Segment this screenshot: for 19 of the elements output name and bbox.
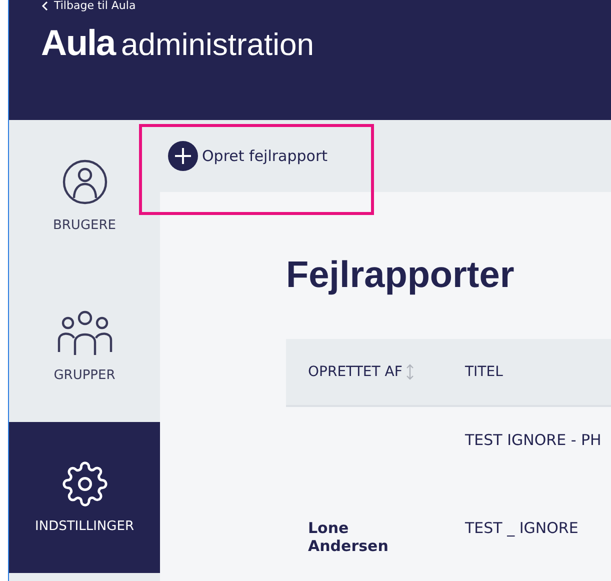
- app-title: administration: [121, 27, 314, 63]
- chevron-left-icon: [41, 0, 48, 10]
- sidebar-item[interactable]: GRUPPER: [9, 271, 160, 422]
- plus-icon: [168, 141, 198, 171]
- sort-icon[interactable]: [406, 364, 414, 380]
- table-cell: TEST _ IGNORE: [465, 519, 578, 537]
- table-cell: TEST IGNORE - PH: [465, 431, 602, 449]
- sidebar-item[interactable]: INDSTILLINGER: [9, 422, 160, 573]
- back-link[interactable]: Tilbage til Aula: [41, 0, 611, 12]
- table-cell-text: Lone Andersen: [308, 519, 390, 555]
- logo: Aula: [41, 22, 116, 64]
- create-report-button[interactable]: Opret fejlrapport: [168, 141, 328, 171]
- user-icon: [60, 158, 108, 206]
- sidebar-item[interactable]: BRUGERE: [9, 120, 160, 271]
- column-header[interactable]: TITEL: [465, 364, 503, 380]
- page-title: Fejlrapporter: [286, 254, 516, 297]
- group-icon: [56, 310, 114, 356]
- column-header[interactable]: OPRETTET AF: [308, 364, 402, 380]
- settings-icon: [62, 461, 108, 507]
